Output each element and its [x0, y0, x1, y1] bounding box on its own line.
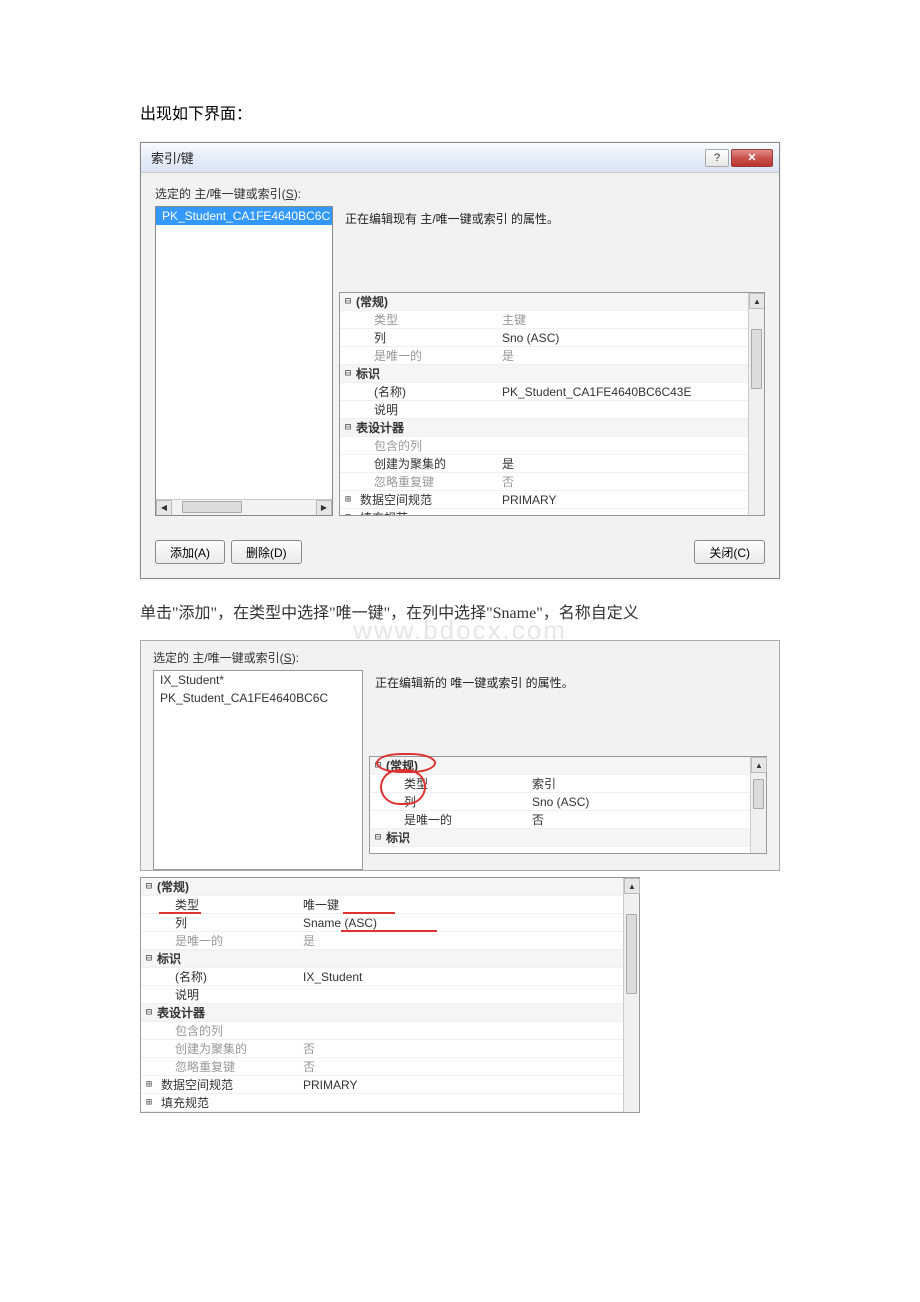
- prop-ignoredup-value[interactable]: 否: [303, 1058, 639, 1075]
- prop-dataspace-value[interactable]: PRIMARY: [502, 493, 764, 507]
- scroll-up-icon[interactable]: ▲: [624, 878, 640, 894]
- vertical-scrollbar[interactable]: ▲: [750, 757, 766, 853]
- instruction-text: 单击"添加"，在类型中选择"唯一键"，在列中选择"Sname"，名称自定义: [140, 599, 780, 623]
- property-grid-result[interactable]: ⊟(常规) 类型唯一键 列Sname (ASC) 是唯一的是 ⊟标识 (名称)I…: [140, 877, 640, 1113]
- expand-icon[interactable]: ⊞: [340, 512, 356, 516]
- prop-unique-value[interactable]: 否: [532, 811, 766, 828]
- prop-type-label: 类型: [157, 896, 303, 913]
- scroll-left-icon[interactable]: ◀: [156, 500, 172, 516]
- category-tabledesigner: 表设计器: [157, 1004, 303, 1021]
- expand-icon[interactable]: ⊞: [340, 494, 356, 505]
- annotation-underline-icon: [159, 912, 201, 914]
- annotation-underline-icon: [343, 912, 395, 914]
- prop-columns-label: 列: [386, 793, 532, 810]
- prop-type-value[interactable]: 唯一键: [303, 896, 639, 913]
- expand-icon[interactable]: ⊞: [141, 1097, 157, 1108]
- prop-name-value[interactable]: PK_Student_CA1FE4640BC6C43E: [502, 385, 764, 399]
- vertical-scrollbar[interactable]: ▲: [748, 293, 764, 515]
- selected-index-label: 选定的 主/唯一键或索引(S):: [155, 185, 765, 202]
- dialog-titlebar[interactable]: 索引/键 ? ✕: [141, 143, 779, 173]
- panel-description: 正在编辑现有 主/唯一键或索引 的属性。: [339, 206, 765, 292]
- prop-unique-value[interactable]: 是: [303, 932, 639, 949]
- prop-unique-label: 是唯一的: [157, 932, 303, 949]
- prop-columns-value[interactable]: Sname (ASC): [303, 916, 639, 930]
- category-general: (常规): [356, 293, 502, 310]
- scroll-thumb[interactable]: [753, 779, 764, 809]
- prop-included-label: 包含的列: [157, 1022, 303, 1039]
- prop-desc-label: 说明: [356, 401, 502, 418]
- category-identity: 标识: [356, 365, 502, 382]
- prop-ignoredup-label: 忽略重复键: [356, 473, 502, 490]
- scroll-up-icon[interactable]: ▲: [751, 757, 767, 773]
- prop-type-value[interactable]: 索引: [532, 775, 766, 792]
- collapse-icon[interactable]: ⊟: [340, 368, 356, 379]
- collapse-icon[interactable]: ⊟: [340, 422, 356, 433]
- prop-type-label: 类型: [356, 311, 502, 328]
- prop-columns-value[interactable]: Sno (ASC): [532, 795, 766, 809]
- prop-type-value[interactable]: 主键: [502, 311, 764, 328]
- prop-clustered-label: 创建为聚集的: [157, 1040, 303, 1057]
- horizontal-scrollbar[interactable]: ◀ ▶: [156, 499, 332, 515]
- category-identity: 标识: [386, 829, 532, 846]
- prop-columns-label: 列: [356, 329, 502, 346]
- intro-text: 出现如下界面：: [140, 100, 780, 124]
- prop-clustered-label: 创建为聚集的: [356, 455, 502, 472]
- category-general: (常规): [157, 878, 303, 895]
- add-button[interactable]: 添加(A): [155, 540, 225, 564]
- delete-button[interactable]: 删除(D): [231, 540, 302, 564]
- dialog-title: 索引/键: [151, 148, 705, 167]
- prop-name-value[interactable]: IX_Student: [303, 970, 639, 984]
- help-icon[interactable]: ?: [705, 149, 729, 167]
- prop-clustered-value[interactable]: 是: [502, 455, 764, 472]
- category-general: (常规): [386, 757, 532, 774]
- prop-fill-label: 填充规范: [356, 509, 502, 516]
- prop-name-label: (名称): [356, 383, 502, 400]
- category-identity: 标识: [157, 950, 303, 967]
- prop-ignoredup-label: 忽略重复键: [157, 1058, 303, 1075]
- collapse-icon[interactable]: ⊟: [370, 832, 386, 843]
- prop-columns-value[interactable]: Sno (ASC): [502, 331, 764, 345]
- prop-dataspace-value[interactable]: PRIMARY: [303, 1078, 639, 1092]
- prop-dataspace-label: 数据空间规范: [356, 491, 502, 508]
- index-list[interactable]: PK_Student_CA1FE4640BC6C ◀ ▶: [155, 206, 333, 516]
- prop-type-label: 类型: [386, 775, 532, 792]
- prop-unique-value[interactable]: 是: [502, 347, 764, 364]
- annotation-underline-icon: [341, 930, 437, 932]
- scroll-thumb[interactable]: [626, 914, 637, 994]
- property-grid[interactable]: ⊟(常规) 类型主键 列Sno (ASC) 是唯一的是 ⊟标识 (名称)PK_S…: [339, 292, 765, 516]
- collapse-icon[interactable]: ⊟: [340, 296, 356, 307]
- prop-unique-label: 是唯一的: [356, 347, 502, 364]
- close-icon[interactable]: ✕: [731, 149, 773, 167]
- indexes-keys-dialog: 索引/键 ? ✕ 选定的 主/唯一键或索引(S): PK_Student_CA1…: [140, 142, 780, 579]
- selected-index-label: 选定的 主/唯一键或索引(S):: [153, 649, 767, 666]
- category-tabledesigner: 表设计器: [356, 419, 502, 436]
- prop-fill-label: 填充规范: [157, 1094, 303, 1111]
- prop-columns-label: 列: [157, 914, 303, 931]
- index-list[interactable]: IX_Student* PK_Student_CA1FE4640BC6C: [153, 670, 363, 870]
- prop-unique-label: 是唯一的: [386, 811, 532, 828]
- scroll-thumb[interactable]: [751, 329, 762, 389]
- scroll-thumb[interactable]: [182, 501, 242, 513]
- collapse-icon[interactable]: ⊟: [370, 760, 386, 771]
- collapse-icon[interactable]: ⊟: [141, 953, 157, 964]
- prop-ignoredup-value[interactable]: 否: [502, 473, 764, 490]
- prop-included-label: 包含的列: [356, 437, 502, 454]
- prop-name-label: (名称): [157, 968, 303, 985]
- vertical-scrollbar[interactable]: ▲: [623, 878, 639, 1112]
- close-button[interactable]: 关闭(C): [694, 540, 765, 564]
- scroll-up-icon[interactable]: ▲: [749, 293, 765, 309]
- list-item[interactable]: IX_Student*: [154, 671, 362, 689]
- list-item[interactable]: PK_Student_CA1FE4640BC6C: [154, 689, 362, 707]
- list-item[interactable]: PK_Student_CA1FE4640BC6C: [156, 207, 332, 225]
- property-grid[interactable]: ⊟(常规) 类型索引 列Sno (ASC) 是唯一的否 ⊟标识 ▲: [369, 756, 767, 854]
- prop-desc-label: 说明: [157, 986, 303, 1003]
- scroll-right-icon[interactable]: ▶: [316, 500, 332, 516]
- indexes-keys-panel-after-add: 选定的 主/唯一键或索引(S): IX_Student* PK_Student_…: [140, 640, 780, 871]
- collapse-icon[interactable]: ⊟: [141, 1007, 157, 1018]
- prop-dataspace-label: 数据空间规范: [157, 1076, 303, 1093]
- collapse-icon[interactable]: ⊟: [141, 881, 157, 892]
- prop-clustered-value[interactable]: 否: [303, 1040, 639, 1057]
- expand-icon[interactable]: ⊞: [141, 1079, 157, 1090]
- panel-description: 正在编辑新的 唯一键或索引 的属性。: [369, 670, 767, 756]
